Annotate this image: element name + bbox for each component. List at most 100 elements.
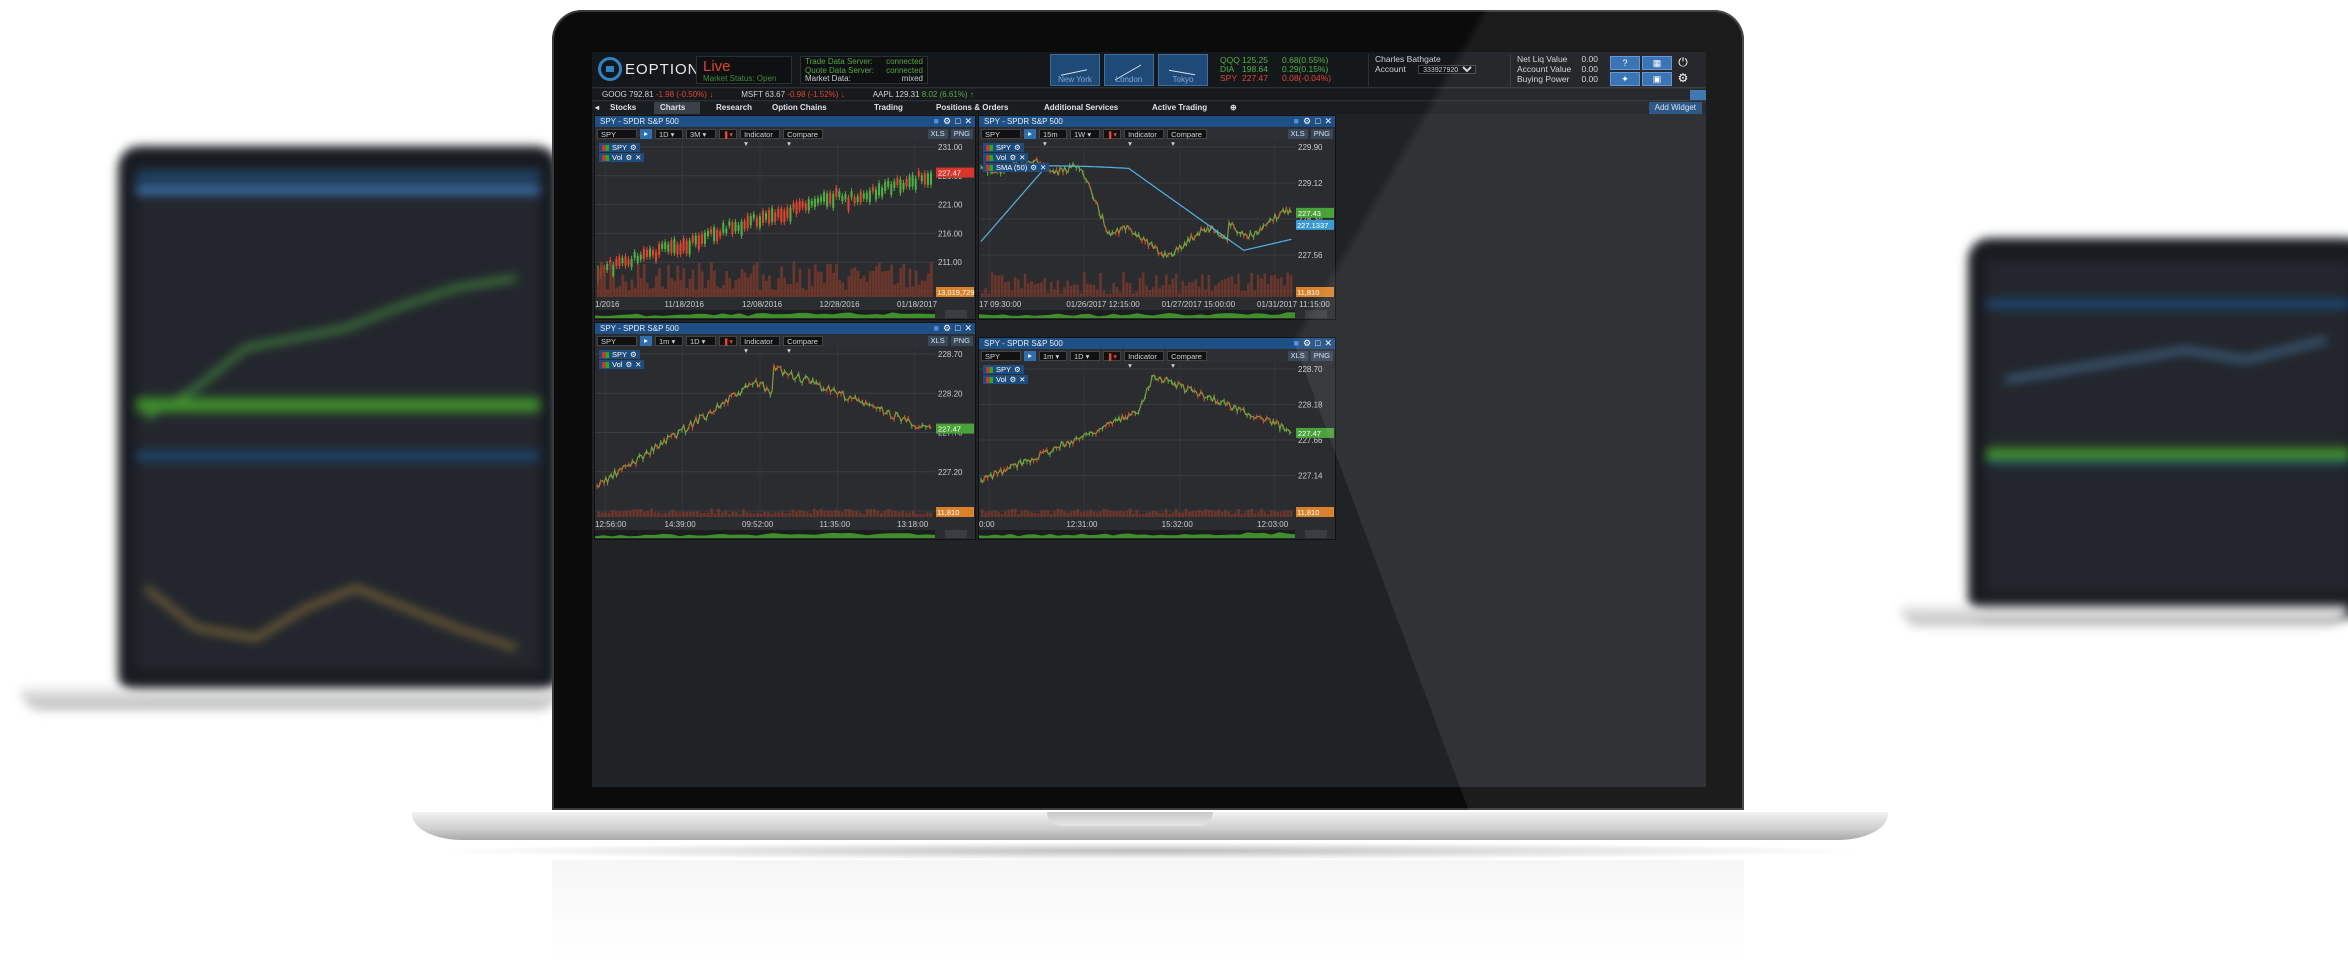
export-png-button[interactable]: PNG xyxy=(950,129,973,139)
ticker-toggle-button[interactable] xyxy=(1690,90,1706,100)
export-png-button[interactable]: PNG xyxy=(950,336,973,346)
compare-select[interactable]: Compare ▾ xyxy=(783,129,824,148)
export-png-button[interactable]: PNG xyxy=(1310,351,1333,361)
symbol-input[interactable]: SPY xyxy=(981,129,1021,139)
add-widget-button[interactable]: Add Widget xyxy=(1648,102,1702,114)
range-select[interactable]: 3M ▾ xyxy=(686,129,716,139)
tab-additional-services[interactable]: Additional Services xyxy=(1038,102,1124,114)
chart-plot-area[interactable]: 228.70228.18227.66227.14226.620:0012:31:… xyxy=(979,363,1335,539)
color-swatch-icon[interactable]: ■ xyxy=(934,116,939,127)
power-icon[interactable]: ⏻ xyxy=(1674,56,1692,70)
indicator-select[interactable]: Indicator ▾ xyxy=(740,336,781,355)
chart-panel-title[interactable]: SPY - SPDR S&P 500 ■ ⚙ □ ✕ xyxy=(595,323,975,334)
pin-button[interactable]: ✦ xyxy=(1610,72,1640,86)
tab-option-chains[interactable]: Option Chains xyxy=(766,102,833,114)
gear-icon[interactable]: ⚙ xyxy=(943,116,951,127)
compare-select[interactable]: Compare ▾ xyxy=(1167,129,1208,148)
ticker-item-goog[interactable]: GOOG 792.81 -1.98 (-0.50%) ↓ xyxy=(602,89,713,100)
export-xls-button[interactable]: XLS xyxy=(1287,351,1308,361)
clock-tokyo[interactable]: Tokyo xyxy=(1158,54,1208,86)
close-icon[interactable]: ✕ xyxy=(1040,163,1046,172)
gear-icon[interactable]: ⚙ xyxy=(1303,338,1311,349)
legend-item[interactable]: SPY ⚙ xyxy=(599,350,640,359)
interval-select[interactable]: 1D ▾ xyxy=(655,129,683,139)
gear-icon[interactable]: ⚙ xyxy=(625,360,632,369)
close-icon[interactable]: ✕ xyxy=(1324,116,1332,127)
tab-stocks[interactable]: Stocks xyxy=(604,102,650,114)
legend-item[interactable]: SPY ⚙ xyxy=(983,143,1024,152)
interval-select[interactable]: 1m ▾ xyxy=(1039,351,1067,361)
tab-scroll-left[interactable]: ◂ xyxy=(592,102,602,114)
layout-button[interactable]: ▦ xyxy=(1642,56,1672,70)
help-button[interactable]: ? xyxy=(1610,56,1640,70)
close-icon[interactable]: ✕ xyxy=(1324,338,1332,349)
play-button[interactable]: ▸ xyxy=(640,336,652,346)
legend-item[interactable]: SPY ⚙ xyxy=(983,365,1024,374)
tab-trading[interactable]: Trading xyxy=(868,102,909,114)
indicator-select[interactable]: Indicator ▾ xyxy=(1124,351,1165,370)
legend-item[interactable]: SPY ⚙ xyxy=(599,143,640,152)
tab-research[interactable]: Research xyxy=(710,102,758,114)
color-swatch-icon[interactable]: ■ xyxy=(934,323,939,334)
close-icon[interactable]: ✕ xyxy=(1019,153,1025,162)
close-icon[interactable]: ✕ xyxy=(1019,375,1025,384)
gear-icon[interactable]: ⚙ xyxy=(630,350,637,359)
play-button[interactable]: ▸ xyxy=(1024,129,1036,139)
close-icon[interactable]: ✕ xyxy=(964,323,972,334)
clock-new-york[interactable]: New York xyxy=(1050,54,1100,86)
chart-type-select[interactable]: ❚▾ xyxy=(1103,129,1122,139)
legend-item[interactable]: Vol ⚙ ✕ xyxy=(599,360,645,369)
export-xls-button[interactable]: XLS xyxy=(927,336,948,346)
symbol-input[interactable]: SPY xyxy=(981,351,1021,361)
chart-type-select[interactable]: ❚▾ xyxy=(719,336,738,346)
chart-plot-area[interactable]: 231.00226.00221.00216.00211.00206.001/20… xyxy=(595,141,975,319)
close-icon[interactable]: ✕ xyxy=(635,153,641,162)
gear-icon[interactable]: ⚙ xyxy=(1014,143,1021,152)
chart-panel-title[interactable]: SPY - SPDR S&P 500 ■ ⚙ □ ✕ xyxy=(595,116,975,127)
maximize-icon[interactable]: □ xyxy=(955,323,960,334)
chart-type-select[interactable]: ❚▾ xyxy=(719,129,738,139)
ticker-item-aapl[interactable]: AAPL 129.31 8.02 (6.61%) ↑ xyxy=(873,89,974,100)
maximize-icon[interactable]: □ xyxy=(1315,116,1320,127)
lock-button[interactable]: ▣ xyxy=(1642,72,1672,86)
gear-icon[interactable]: ⚙ xyxy=(625,153,632,162)
maximize-icon[interactable]: □ xyxy=(955,116,960,127)
legend-item[interactable]: Vol ⚙ ✕ xyxy=(599,153,645,162)
export-xls-button[interactable]: XLS xyxy=(927,129,948,139)
symbol-input[interactable]: SPY xyxy=(597,336,637,346)
ticker-item-msft[interactable]: MSFT 63.67 -0.98 (-1.52%) ↓ xyxy=(741,89,844,100)
gear-icon[interactable]: ⚙ xyxy=(1303,116,1311,127)
gear-icon[interactable]: ⚙ xyxy=(943,323,951,334)
gear-icon[interactable]: ⚙ xyxy=(1009,153,1016,162)
legend-item[interactable]: Vol ⚙ ✕ xyxy=(983,375,1029,384)
indicator-select[interactable]: Indicator ▾ xyxy=(1124,129,1165,148)
clock-london[interactable]: London xyxy=(1104,54,1154,86)
range-select[interactable]: 1D ▾ xyxy=(686,336,716,346)
color-swatch-icon[interactable]: ■ xyxy=(1294,116,1299,127)
gear-icon[interactable]: ⚙ xyxy=(1009,375,1016,384)
legend-item[interactable]: SMA (50) ⚙ ✕ xyxy=(983,163,1050,172)
gear-icon[interactable]: ⚙ xyxy=(1030,163,1037,172)
chart-panel-title[interactable]: SPY - SPDR S&P 500 ■ ⚙ □ ✕ xyxy=(979,116,1335,127)
chart-panel-title[interactable]: SPY - SPDR S&P 500 ■ ⚙ □ ✕ xyxy=(979,338,1335,349)
gear-icon[interactable]: ⚙ xyxy=(1674,72,1692,86)
compare-select[interactable]: Compare ▾ xyxy=(1167,351,1208,370)
legend-item[interactable]: Vol ⚙ ✕ xyxy=(983,153,1029,162)
app-logo[interactable]: EOPTION xyxy=(598,57,700,81)
chart-plot-area[interactable]: 228.70228.20227.70227.20226.7012:56:0014… xyxy=(595,348,975,539)
symbol-input[interactable]: SPY xyxy=(597,129,637,139)
close-icon[interactable]: ✕ xyxy=(635,360,641,369)
maximize-icon[interactable]: □ xyxy=(1315,338,1320,349)
account-select[interactable]: 333927920 xyxy=(1418,65,1477,74)
export-png-button[interactable]: PNG xyxy=(1310,129,1333,139)
compare-select[interactable]: Compare ▾ xyxy=(783,336,824,355)
play-button[interactable]: ▸ xyxy=(640,129,652,139)
export-xls-button[interactable]: XLS xyxy=(1287,129,1308,139)
gear-icon[interactable]: ⚙ xyxy=(630,143,637,152)
interval-select[interactable]: 15m ▾ xyxy=(1039,129,1067,148)
tab-active-trading[interactable]: Active Trading xyxy=(1146,102,1213,114)
color-swatch-icon[interactable]: ■ xyxy=(1294,338,1299,349)
add-tab-icon[interactable]: ⊕ xyxy=(1224,102,1243,114)
indicator-select[interactable]: Indicator ▾ xyxy=(740,129,781,148)
chart-plot-area[interactable]: 229.90229.12228.34227.56226.7817 09:30:0… xyxy=(979,141,1335,319)
